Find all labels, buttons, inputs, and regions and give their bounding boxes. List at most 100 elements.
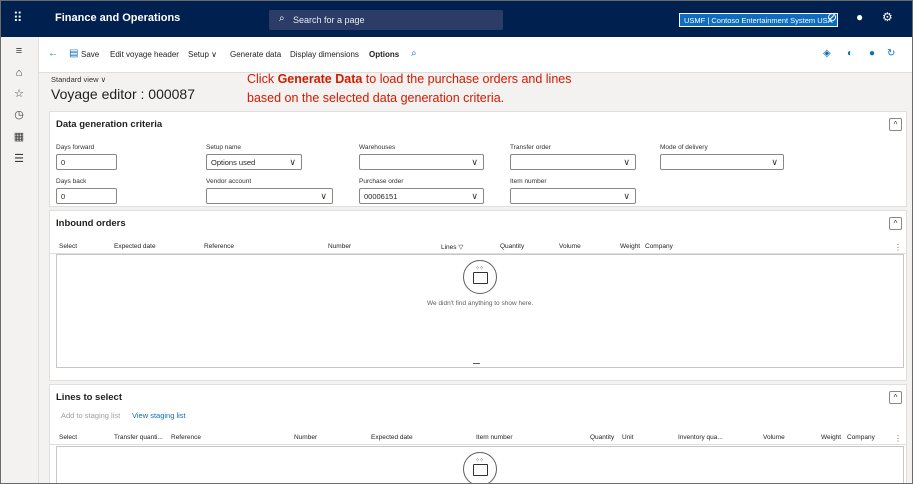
lines-grid-body: ⁘⁘ bbox=[56, 446, 904, 483]
setup-menu-button[interactable]: Setup ∨ bbox=[188, 50, 217, 59]
navigation-rail: ≡ ⌂ ☆ ◷ ▦ ☰ bbox=[1, 37, 39, 483]
attachments-icon[interactable]: ● bbox=[869, 48, 875, 59]
column-volume[interactable]: Volume bbox=[559, 243, 581, 250]
back-arrow-icon[interactable]: ← bbox=[48, 48, 58, 59]
column-number[interactable]: Number bbox=[328, 243, 351, 250]
app-launcher-icon[interactable]: ⠿ bbox=[13, 11, 27, 25]
app-title[interactable]: Finance and Operations bbox=[55, 12, 180, 24]
lines-to-select-section: Lines to select ^ Add to staging list Vi… bbox=[49, 384, 907, 483]
vendor-account-label: Vendor account bbox=[206, 178, 252, 185]
chevron-down-icon: ∨ bbox=[771, 157, 778, 167]
chevron-down-icon: ∨ bbox=[471, 191, 478, 201]
more-options-icon[interactable]: ⋮ bbox=[894, 434, 902, 443]
column-transfer-quantity[interactable]: Transfer quanti... bbox=[114, 434, 163, 441]
days-back-field[interactable]: 0 bbox=[56, 188, 117, 204]
column-select[interactable]: Select bbox=[59, 434, 77, 441]
resize-handle[interactable] bbox=[473, 363, 480, 364]
column-lines[interactable]: Lines ▽ bbox=[441, 243, 463, 251]
search-actions-icon[interactable]: ⌕ bbox=[411, 48, 417, 59]
column-inventory-quantity[interactable]: Inventory qua... bbox=[678, 434, 723, 441]
days-back-label: Days back bbox=[56, 178, 87, 185]
chevron-down-icon: ∨ bbox=[211, 50, 217, 59]
company-picker[interactable]: USMF | Contoso Entertainment System USA bbox=[679, 13, 838, 27]
favorites-icon[interactable]: ☆ bbox=[11, 86, 27, 102]
lines-label: Lines bbox=[441, 244, 457, 251]
purchase-order-select[interactable]: 00006151 ∨ bbox=[359, 188, 484, 204]
callout-prefix: Click bbox=[247, 72, 278, 86]
main-content: Standard view ∨ Voyage editor : 000087 C… bbox=[39, 70, 912, 483]
search-box[interactable]: ⌕ Search for a page bbox=[269, 10, 503, 30]
workspaces-icon[interactable]: ▦ bbox=[11, 129, 27, 145]
column-expected-date[interactable]: Expected date bbox=[114, 243, 156, 250]
view-staging-list-button[interactable]: View staging list bbox=[132, 411, 186, 420]
app-window: ⠿ Finance and Operations ⌕ Search for a … bbox=[0, 0, 913, 484]
display-dimensions-button[interactable]: Display dimensions bbox=[290, 50, 359, 59]
options-tab[interactable]: Options bbox=[369, 50, 399, 59]
chevron-down-icon: ∨ bbox=[320, 191, 327, 201]
warehouses-label: Warehouses bbox=[359, 144, 396, 151]
action-pane: ← ▤ Save Edit voyage header Setup ∨ Gene… bbox=[39, 37, 912, 73]
column-quantity[interactable]: Quantity bbox=[590, 434, 614, 441]
home-icon[interactable]: ⌂ bbox=[11, 65, 27, 81]
inbound-grid-header: Select Expected date Reference Number Li… bbox=[50, 240, 906, 254]
item-number-select[interactable]: ∨ bbox=[510, 188, 636, 204]
column-reference[interactable]: Reference bbox=[171, 434, 201, 441]
column-item-number[interactable]: Item number bbox=[476, 434, 513, 441]
recent-icon[interactable]: ◷ bbox=[11, 107, 27, 123]
chevron-down-icon: ∨ bbox=[100, 75, 107, 84]
search-placeholder: Search for a page bbox=[293, 15, 365, 25]
menu-icon[interactable]: ≡ bbox=[11, 43, 27, 59]
collapse-icon[interactable]: ^ bbox=[889, 217, 902, 230]
column-weight[interactable]: Weight bbox=[620, 243, 640, 250]
item-number-label: Item number bbox=[510, 178, 547, 185]
setup-label: Setup bbox=[188, 50, 209, 59]
more-options-icon[interactable]: ⋮ bbox=[894, 243, 902, 252]
add-to-staging-list-button[interactable]: Add to staging list bbox=[61, 411, 120, 420]
view-selector[interactable]: Standard view ∨ bbox=[51, 75, 106, 84]
days-forward-label: Days forward bbox=[56, 144, 95, 151]
column-number[interactable]: Number bbox=[294, 434, 317, 441]
column-expected-date[interactable]: Expected date bbox=[371, 434, 413, 441]
settings-icon[interactable]: ⚙ bbox=[882, 10, 893, 24]
collapse-icon[interactable]: ^ bbox=[889, 391, 902, 404]
column-weight[interactable]: Weight bbox=[821, 434, 841, 441]
page-title: Voyage editor : 000087 bbox=[51, 86, 196, 102]
column-company[interactable]: Company bbox=[645, 243, 673, 250]
section-title: Lines to select bbox=[56, 392, 122, 403]
setup-name-label: Setup name bbox=[206, 144, 242, 151]
lines-grid-header: Select Transfer quanti... Reference Numb… bbox=[50, 431, 906, 445]
mode-of-delivery-select[interactable]: ∨ bbox=[660, 154, 784, 170]
modules-icon[interactable]: ☰ bbox=[11, 151, 27, 167]
save-button[interactable]: Save bbox=[81, 50, 99, 59]
warehouses-select[interactable]: ∨ bbox=[359, 154, 484, 170]
mode-of-delivery-label: Mode of delivery bbox=[660, 144, 708, 151]
inbound-grid-body: ⁘⁘ We didn't find anything to show here. bbox=[56, 254, 904, 368]
instruction-callout: Click Generate Data to load the purchase… bbox=[247, 70, 577, 108]
section-title: Inbound orders bbox=[56, 218, 126, 229]
generate-data-button[interactable]: Generate data bbox=[230, 50, 281, 59]
edit-voyage-header-button[interactable]: Edit voyage header bbox=[110, 50, 179, 59]
column-unit[interactable]: Unit bbox=[622, 434, 634, 441]
links-icon[interactable]: ◈ bbox=[823, 48, 831, 59]
notifications-icon[interactable]: ● bbox=[856, 10, 863, 24]
column-quantity[interactable]: Quantity bbox=[500, 243, 524, 250]
column-volume[interactable]: Volume bbox=[763, 434, 785, 441]
setup-name-select[interactable]: Options used ∨ bbox=[206, 154, 302, 170]
vendor-account-select[interactable]: ∨ bbox=[206, 188, 333, 204]
chevron-down-icon: ∨ bbox=[289, 157, 296, 167]
transfer-order-select[interactable]: ∨ bbox=[510, 154, 636, 170]
days-forward-field[interactable]: 0 bbox=[56, 154, 117, 170]
copilot-icon[interactable]: ⊘ bbox=[827, 10, 837, 24]
office-icon[interactable]: ◐ bbox=[847, 48, 853, 59]
search-icon: ⌕ bbox=[279, 13, 285, 24]
column-company[interactable]: Company bbox=[847, 434, 875, 441]
chevron-down-icon: ∨ bbox=[471, 157, 478, 167]
chevron-down-icon: ∨ bbox=[623, 191, 630, 201]
column-select[interactable]: Select bbox=[59, 243, 77, 250]
transfer-order-label: Transfer order bbox=[510, 144, 551, 151]
collapse-icon[interactable]: ^ bbox=[889, 118, 902, 131]
top-navigation-bar: ⠿ Finance and Operations ⌕ Search for a … bbox=[1, 1, 912, 37]
chevron-down-icon: ∨ bbox=[623, 157, 630, 167]
refresh-icon[interactable]: ↻ bbox=[887, 48, 895, 59]
column-reference[interactable]: Reference bbox=[204, 243, 234, 250]
